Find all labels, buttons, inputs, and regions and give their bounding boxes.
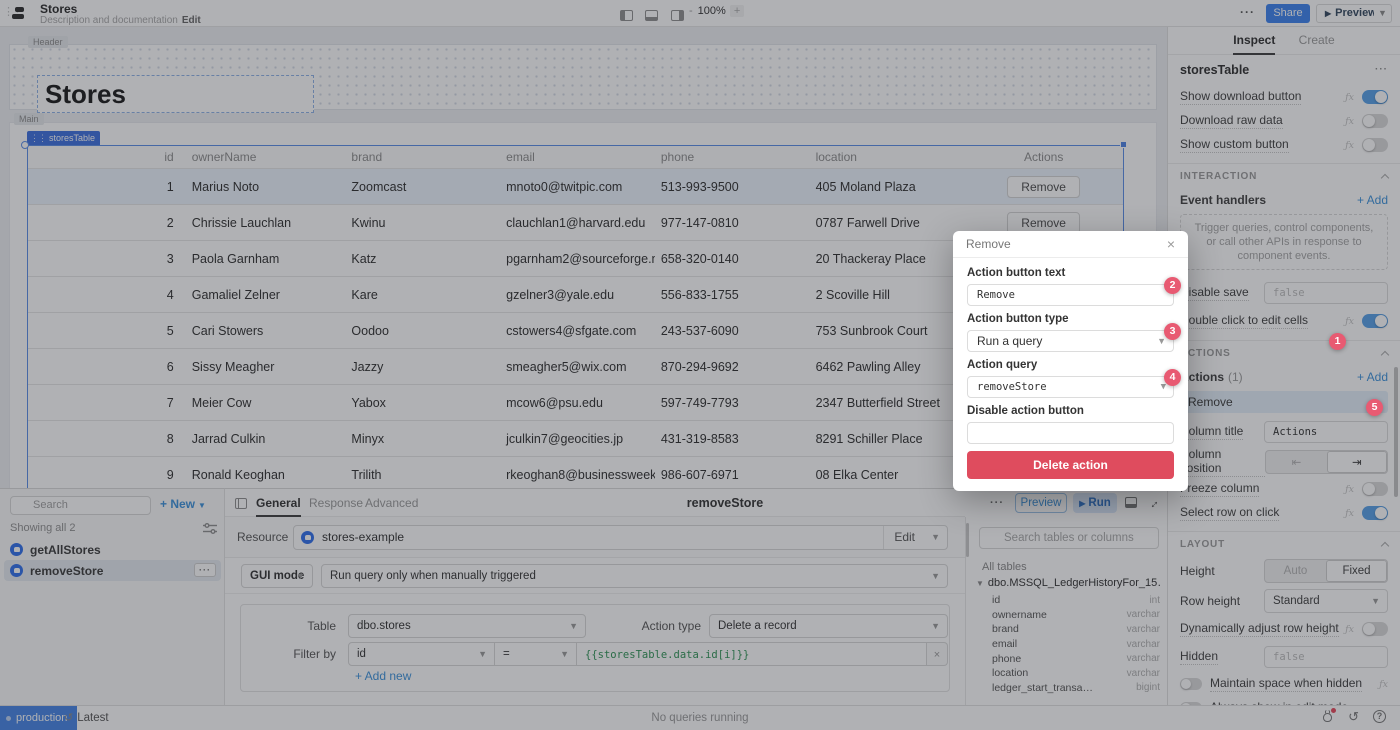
dim-overlay [0, 0, 1400, 730]
action-button-type-label: Action button type [967, 313, 1174, 325]
annotation-badge-5: 5 [1366, 399, 1383, 416]
disable-action-button-label: Disable action button [967, 405, 1174, 417]
retool-editor-window: ⋮⋮ Stores Description and documentationE… [0, 0, 1400, 730]
annotation-badge-1: 1 [1329, 333, 1346, 350]
annotation-badge-3: 3 [1164, 323, 1181, 340]
action-button-type-select[interactable]: Run a query▼ [967, 330, 1174, 352]
action-button-text-label: Action button text [967, 267, 1174, 279]
action-query-select[interactable]: removeStore▼ [967, 376, 1174, 398]
action-query-label: Action query [967, 359, 1174, 371]
disable-action-button-input[interactable] [967, 422, 1174, 444]
action-button-text-input[interactable]: Remove [967, 284, 1174, 306]
delete-action-button[interactable]: Delete action [967, 451, 1174, 479]
popover-header: Remove × [953, 231, 1188, 258]
remove-action-popover: Remove × Action button text Remove Actio… [953, 231, 1188, 491]
annotation-badge-2: 2 [1164, 277, 1181, 294]
annotation-badge-4: 4 [1164, 369, 1181, 386]
close-icon[interactable]: × [1167, 237, 1175, 251]
